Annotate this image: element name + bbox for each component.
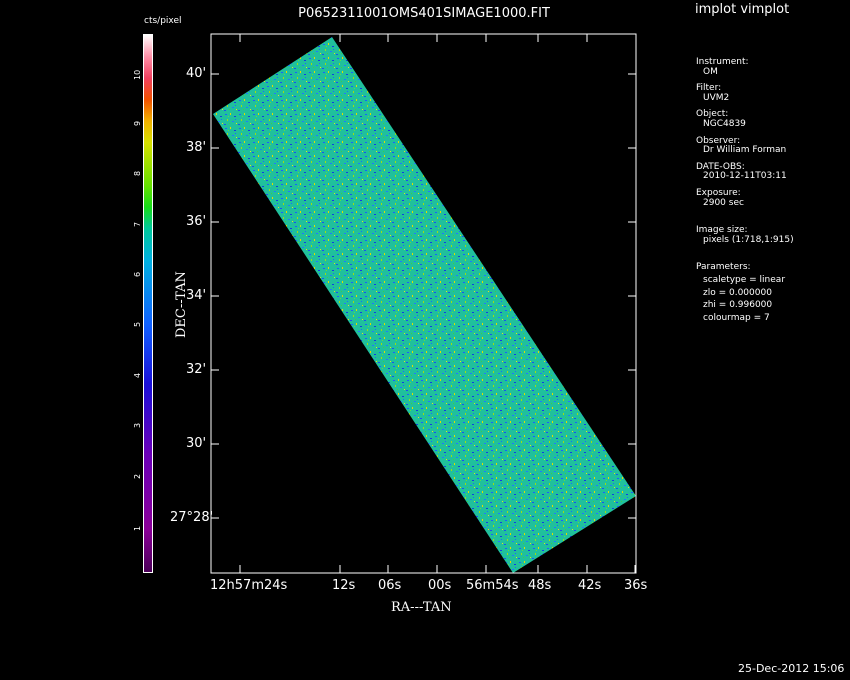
y-axis-label: DEC--TAN bbox=[174, 271, 189, 338]
app-title: implot vimplot bbox=[695, 2, 790, 17]
observer-value: Dr William Forman bbox=[703, 145, 787, 156]
image-size-value: pixels (1:718,1:915) bbox=[703, 234, 794, 245]
x-tick-label: 00s bbox=[428, 578, 452, 593]
instrument-value: OM bbox=[703, 66, 718, 77]
colorbar-tick: 3 bbox=[133, 422, 142, 428]
header-info-panel: Instrument: OM Filter: UVM2 Object: NGC4… bbox=[696, 57, 794, 330]
date-obs-value: 2010-12-11T03:11 bbox=[703, 171, 787, 182]
param-colourmap: colourmap = 7 bbox=[703, 312, 770, 323]
colorbar-tick: 10 bbox=[133, 69, 142, 80]
x-tick-label: 56m54s bbox=[466, 578, 519, 593]
colorbar-tick: 8 bbox=[133, 170, 142, 176]
plot-title-text: P0652311001OMS401SIMAGE1000.FIT bbox=[298, 6, 550, 21]
filter-value: UVM2 bbox=[703, 92, 730, 103]
x-tick-label: 42s bbox=[578, 578, 602, 593]
colorbar-tick: 2 bbox=[133, 473, 142, 479]
exposure-value: 2900 sec bbox=[703, 197, 744, 208]
object-value: NGC4839 bbox=[703, 118, 746, 129]
y-tick-label: 36' bbox=[186, 214, 207, 229]
colorbar-tick: 5 bbox=[133, 321, 142, 327]
x-tick-label: 06s bbox=[378, 578, 402, 593]
y-tick-label: 40' bbox=[186, 66, 207, 81]
y-tick-label: 27°28' bbox=[170, 510, 214, 525]
y-tick-label: 32' bbox=[186, 362, 207, 377]
param-zlo: zlo = 0.000000 bbox=[703, 287, 772, 298]
y-tick-label: 30' bbox=[186, 436, 207, 451]
colorbar-tick: 6 bbox=[133, 271, 142, 277]
x-tick-label: 48s bbox=[528, 578, 552, 593]
parameters-label: Parameters: bbox=[696, 262, 751, 273]
y-tick-label: 34' bbox=[186, 288, 207, 303]
x-tick-label: 36s bbox=[624, 578, 648, 593]
timestamp: 25-Dec-2012 15:06 bbox=[738, 662, 845, 675]
colorbar bbox=[143, 34, 153, 573]
colorbar-tick: 9 bbox=[133, 120, 142, 126]
colorbar-tick: 1 bbox=[133, 525, 142, 531]
y-tick-label: 38' bbox=[186, 140, 207, 155]
x-tick-label: 12s bbox=[332, 578, 356, 593]
param-zhi: zhi = 0.996000 bbox=[703, 300, 773, 311]
sky-image bbox=[213, 37, 636, 573]
colorbar-tick: 7 bbox=[133, 221, 142, 227]
colorbar-tick: 4 bbox=[133, 372, 142, 378]
x-tick-label: 12h57m24s bbox=[210, 578, 288, 593]
param-scaletype: scaletype = linear bbox=[703, 274, 786, 285]
colorbar-unit: cts/pixel bbox=[144, 16, 182, 26]
x-axis-label: RA---TAN bbox=[391, 600, 452, 615]
